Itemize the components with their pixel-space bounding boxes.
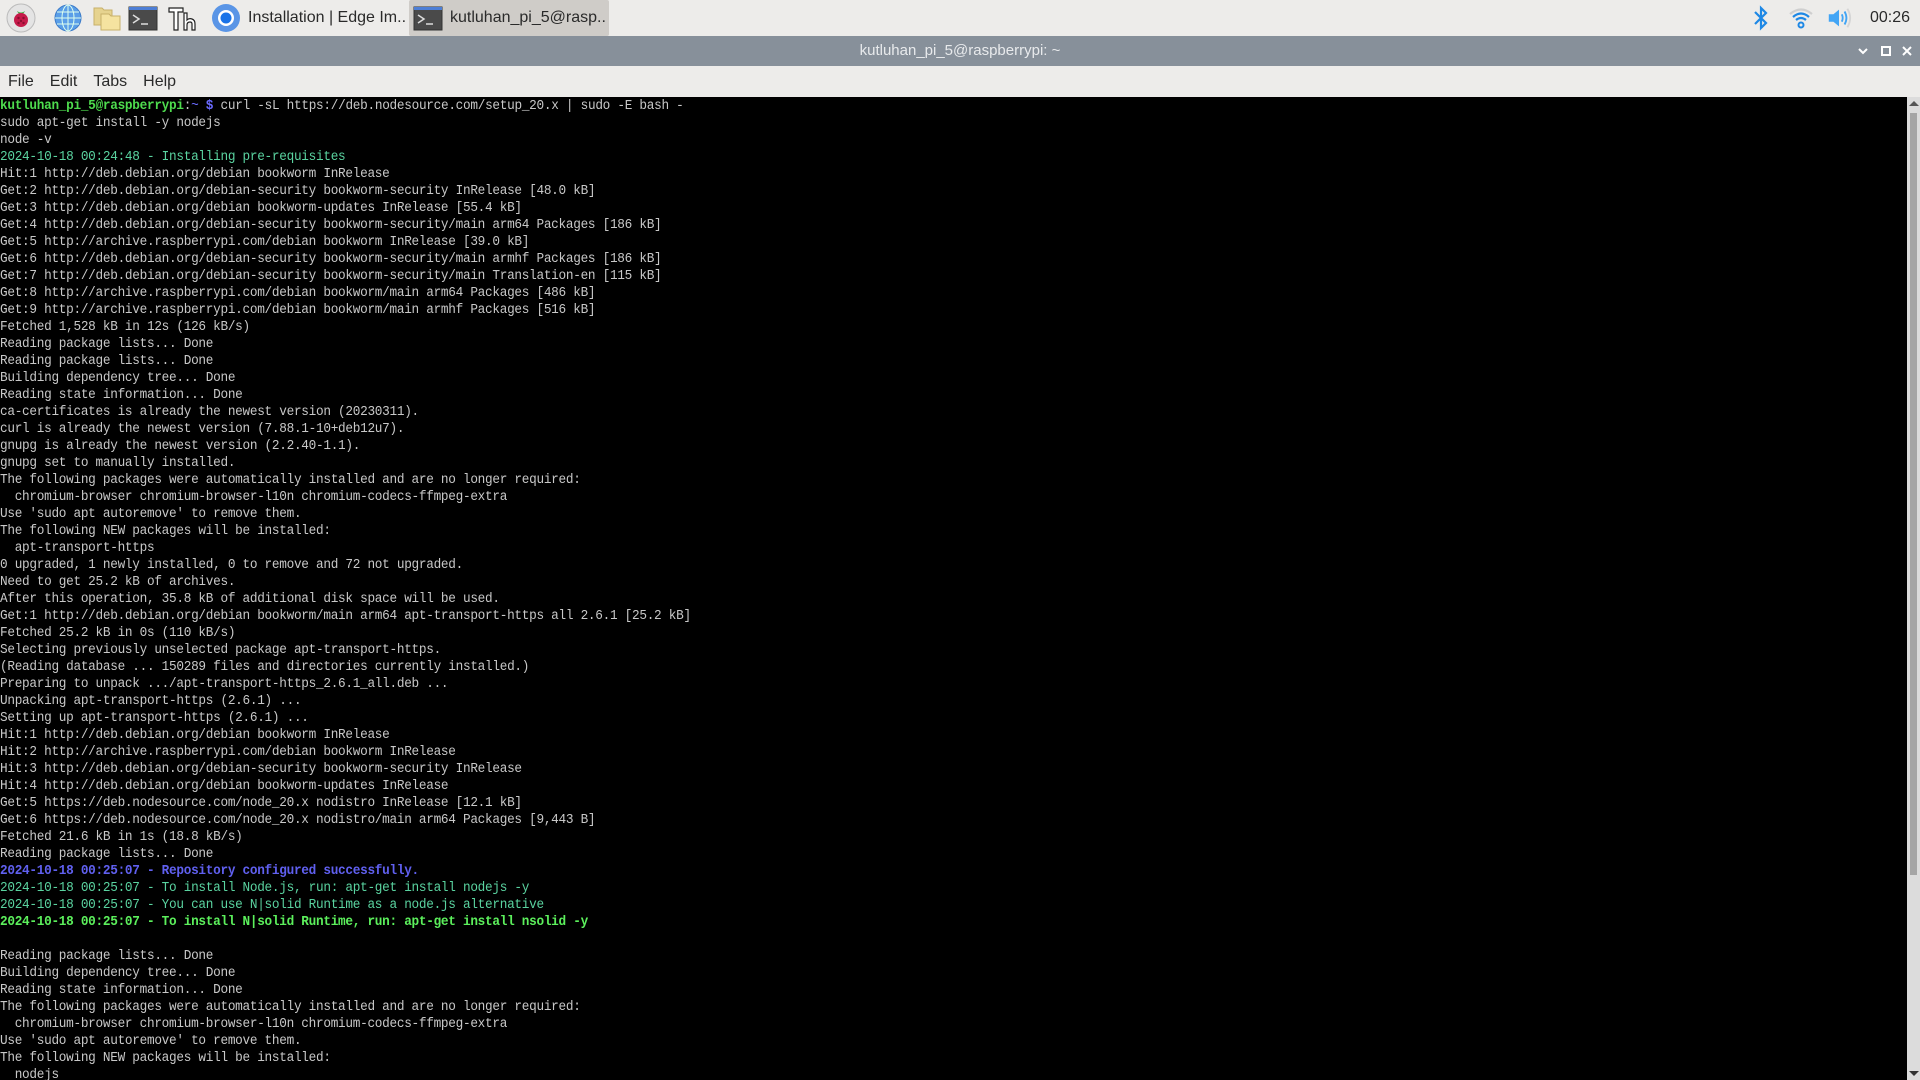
terminal-line: Get:5 http://archive.raspberrypi.com/deb… [0,235,530,250]
terminal-line: Use 'sudo apt autoremove' to remove them… [0,507,302,522]
terminal-launcher-icon[interactable] [128,3,158,33]
terminal-line: Hit:1 http://deb.debian.org/debian bookw… [0,167,390,182]
task-chromium-installation[interactable]: Installation | Edge Im.. [210,0,410,36]
volume-icon[interactable] [1826,5,1852,31]
terminal-line: 2024-10-18 00:25:07 - You can use N|soli… [0,898,544,913]
task-terminal[interactable]: kutluhan_pi_5@rasp.. [409,0,609,36]
terminal-line: Fetched 21.6 kB in 1s (18.8 kB/s) [0,830,243,845]
terminal-lines: sudo apt-get install -y nodejs node -v 202… [0,115,1907,1080]
maximize-icon [1881,46,1891,56]
terminal-line: 0 upgraded, 1 newly installed, 0 to remo… [0,558,463,573]
terminal-line: nodejs [0,1068,59,1080]
scrollbar-thumb[interactable] [1910,113,1917,875]
terminal-line: 2024-10-18 00:25:07 - To install N|solid… [0,915,588,930]
terminal-line: Get:4 http://deb.debian.org/debian-secur… [0,218,662,233]
task-label: Installation | Edge Im.. [248,9,407,26]
minimize-button[interactable] [1855,43,1871,59]
window-title: kutluhan_pi_5@raspberrypi: ~ [859,42,1061,59]
menu-file[interactable]: File [0,73,42,91]
terminal-line: Reading package lists... Done [0,337,214,352]
terminal-line: The following packages were automaticall… [0,473,581,488]
terminal-line: gnupg is already the newest version (2.2… [0,439,361,454]
terminal-line: After this operation, 35.8 kB of additio… [0,592,500,607]
menu-help[interactable]: Help [135,73,184,91]
terminal-line: chromium-browser chromium-browser-l10n c… [0,490,508,505]
terminal-line: Hit:3 http://deb.debian.org/debian-secur… [0,762,522,777]
chevron-down-icon [1858,48,1868,55]
task-label: kutluhan_pi_5@rasp.. [450,9,606,26]
terminal-line: Get:3 http://deb.debian.org/debian bookw… [0,201,522,216]
terminal-line: curl is already the newest version (7.88… [0,422,405,437]
terminal-line: Selecting previously unselected package … [0,643,441,658]
chromium-icon [210,2,242,34]
terminal-line: Fetched 25.2 kB in 0s (110 kB/s) [0,626,236,641]
clock[interactable]: 00:26 [1870,9,1910,27]
thonny-icon[interactable] [167,3,197,33]
terminal-icon [412,2,444,34]
terminal-line: Preparing to unpack .../apt-transport-ht… [0,677,449,692]
terminal-line: apt-transport-https [0,541,155,556]
prompt-user-host: kutluhan_pi_5@raspberrypi [0,99,184,114]
terminal-line: Reading package lists... Done [0,847,214,862]
terminal-line: Fetched 1,528 kB in 12s (126 kB/s) [0,320,250,335]
terminal-line: node -v [0,133,52,148]
scroll-down-arrow-icon[interactable] [1909,1071,1919,1076]
terminal-line: ca-certificates is already the newest ve… [0,405,419,420]
menu-edit[interactable]: Edit [42,73,86,91]
web-browser-icon[interactable] [53,3,83,33]
terminal-line: gnupg set to manually installed. [0,456,236,471]
prompt-command: curl -sL https://deb.nodesource.com/setu… [213,99,684,114]
bluetooth-icon[interactable] [1748,5,1774,31]
terminal-output[interactable]: kutluhan_pi_5@raspberrypi:~ $ curl -sL h… [0,97,1907,1080]
terminal-line: Reading state information... Done [0,388,243,403]
terminal-line: Hit:1 http://deb.debian.org/debian bookw… [0,728,390,743]
taskbar: Installation | Edge Im.. kutluhan_pi_5@r… [0,0,1920,36]
terminal-line: 2024-10-18 00:25:07 - Repository configu… [0,864,419,879]
raspberry-menu-icon[interactable] [6,3,36,33]
terminal-line: Get:9 http://archive.raspberrypi.com/deb… [0,303,596,318]
terminal-line: (Reading database ... 150289 files and d… [0,660,530,675]
close-icon [1902,46,1912,56]
terminal-line: Reading state information... Done [0,983,243,998]
terminal-scrollbar[interactable] [1907,97,1920,1080]
terminal-line: Hit:4 http://deb.debian.org/debian bookw… [0,779,449,794]
prompt-line: kutluhan_pi_5@raspberrypi:~ $ curl -sL h… [0,98,1812,115]
window-titlebar[interactable]: kutluhan_pi_5@raspberrypi: ~ [0,36,1920,66]
menu-tabs[interactable]: Tabs [85,73,135,91]
terminal-line: 2024-10-18 00:24:48 - Installing pre-req… [0,150,346,165]
terminal-line: 2024-10-18 00:25:07 - To install Node.js… [0,881,530,896]
terminal-line: chromium-browser chromium-browser-l10n c… [0,1017,508,1032]
terminal-line: Get:6 https://deb.nodesource.com/node_20… [0,813,596,828]
terminal-line: Unpacking apt-transport-https (2.6.1) ..… [0,694,302,709]
menubar: File Edit Tabs Help [0,66,1920,97]
prompt-symbol: $ [198,99,214,114]
terminal-line: Reading package lists... Done [0,949,214,964]
file-manager-icon[interactable] [92,3,122,33]
wifi-icon[interactable] [1788,5,1814,31]
prompt-cwd: ~ [191,99,199,114]
terminal-line: Setting up apt-transport-https (2.6.1) .… [0,711,309,726]
terminal-line: Reading package lists... Done [0,354,214,369]
terminal-line: Get:1 http://deb.debian.org/debian bookw… [0,609,691,624]
maximize-button[interactable] [1878,43,1894,59]
terminal-line: Get:7 http://deb.debian.org/debian-secur… [0,269,662,284]
scroll-up-arrow-icon[interactable] [1909,101,1919,106]
terminal-line: The following NEW packages will be insta… [0,1051,331,1066]
terminal-line: Get:8 http://archive.raspberrypi.com/deb… [0,286,596,301]
terminal-line: The following packages were automaticall… [0,1000,581,1015]
terminal-line: Building dependency tree... Done [0,966,236,981]
close-button[interactable] [1899,43,1915,59]
terminal-line: Building dependency tree... Done [0,371,236,386]
terminal-line: The following NEW packages will be insta… [0,524,331,539]
terminal-line: sudo apt-get install -y nodejs [0,116,221,131]
terminal-line: Use 'sudo apt autoremove' to remove them… [0,1034,302,1049]
terminal-line: Get:2 http://deb.debian.org/debian-secur… [0,184,596,199]
terminal-line: Get:5 https://deb.nodesource.com/node_20… [0,796,522,811]
terminal-line: Get:6 http://deb.debian.org/debian-secur… [0,252,662,267]
terminal-line: Need to get 25.2 kB of archives. [0,575,236,590]
terminal-line: Hit:2 http://archive.raspberrypi.com/deb… [0,745,456,760]
